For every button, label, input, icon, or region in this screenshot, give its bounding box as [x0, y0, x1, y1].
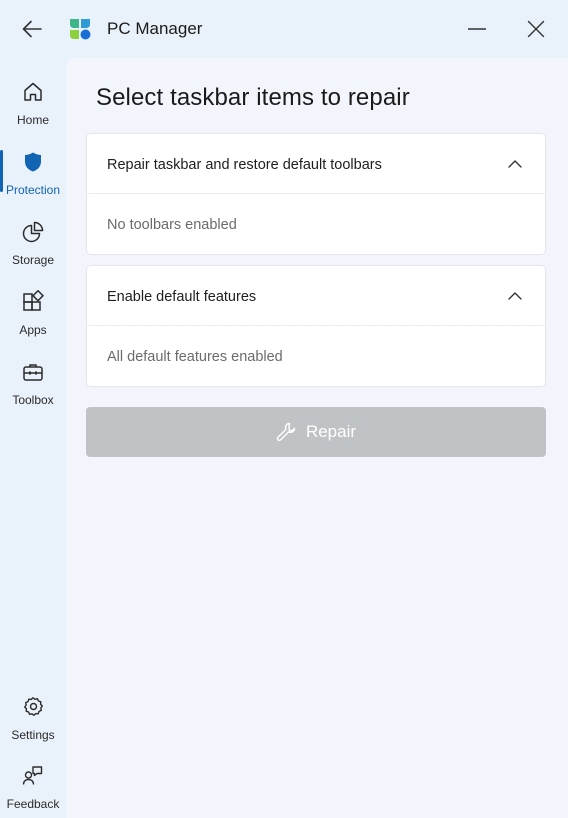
minimize-button[interactable]: [458, 12, 496, 46]
sidebar-item-protection[interactable]: Protection: [0, 150, 66, 210]
section-status-text: All default features enabled: [107, 349, 283, 365]
apps-icon: [23, 290, 45, 311]
back-button[interactable]: [14, 12, 50, 46]
section-enable-default-features: Enable default features All default feat…: [86, 265, 546, 387]
pc-manager-logo-icon: [70, 19, 91, 40]
shield-icon: [25, 152, 41, 172]
sidebar-item-label: Storage: [11, 253, 55, 267]
sidebar-item-label: Feedback: [6, 797, 60, 811]
sidebar-item-home[interactable]: Home: [0, 80, 66, 140]
main-content: Select taskbar items to repair Repair ta…: [66, 58, 568, 818]
close-icon: [527, 20, 545, 38]
section-title: Enable default features: [107, 289, 257, 305]
sidebar-item-label: Apps: [19, 323, 47, 337]
sidebar-item-label: Toolbox: [12, 393, 54, 407]
sidebar: Home Protection Storage Apps Toolbox Set…: [0, 58, 66, 818]
section-header-enable-default-features[interactable]: Enable default features: [87, 266, 545, 326]
repair-button[interactable]: Repair: [86, 407, 546, 457]
chevron-up-icon: [508, 292, 522, 300]
close-button[interactable]: [517, 12, 555, 46]
app-title: PC Manager: [107, 19, 203, 38]
title-bar: PC Manager: [0, 0, 568, 58]
minimize-icon: [468, 28, 486, 30]
gear-icon: [24, 697, 43, 716]
sidebar-item-label: Home: [16, 113, 49, 127]
section-body: All default features enabled: [87, 326, 545, 386]
sidebar-item-apps[interactable]: Apps: [0, 290, 66, 350]
section-status-text: No toolbars enabled: [107, 217, 237, 233]
chevron-up-icon: [508, 160, 522, 168]
page-title: Select taskbar items to repair: [96, 84, 410, 111]
sidebar-item-storage[interactable]: Storage: [0, 220, 66, 280]
section-title: Repair taskbar and restore default toolb…: [107, 157, 382, 173]
sidebar-item-label: Settings: [11, 728, 55, 742]
sidebar-item-toolbox[interactable]: Toolbox: [0, 360, 66, 420]
pie-chart-icon: [22, 221, 44, 243]
pc-manager-window: PC Manager Home Protection Storage Apps …: [0, 0, 568, 818]
sidebar-item-feedback[interactable]: Feedback: [0, 764, 66, 818]
home-icon: [24, 82, 42, 101]
section-body: No toolbars enabled: [87, 194, 545, 254]
wrench-icon: [276, 422, 296, 442]
feedback-icon: [22, 766, 43, 785]
arrow-left-icon: [22, 20, 42, 38]
sidebar-item-label: Protection: [5, 183, 61, 197]
repair-button-label: Repair: [305, 422, 357, 441]
section-repair-taskbar: Repair taskbar and restore default toolb…: [86, 133, 546, 255]
sidebar-item-settings[interactable]: Settings: [0, 695, 66, 755]
toolbox-icon: [23, 364, 43, 381]
section-header-repair-taskbar[interactable]: Repair taskbar and restore default toolb…: [87, 134, 545, 194]
